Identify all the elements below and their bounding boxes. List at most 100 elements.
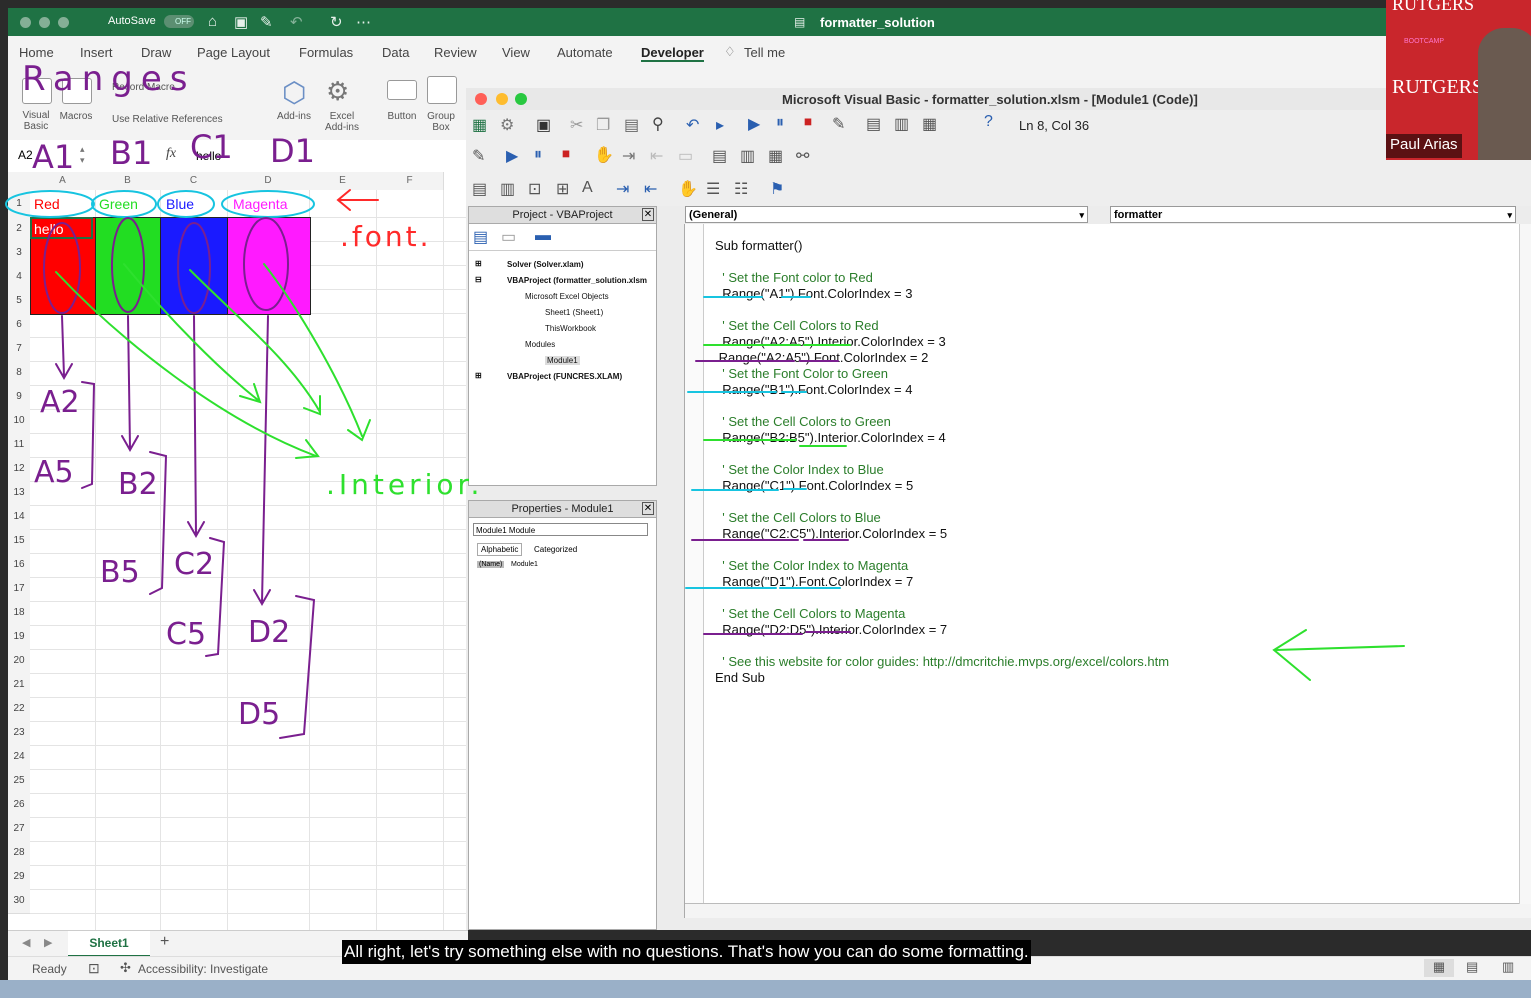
redo-icon[interactable]: ↻	[330, 13, 343, 31]
edit-icon[interactable]: ✎	[260, 13, 273, 31]
code-line[interactable]: ' Set the Font Color to Green	[715, 366, 888, 381]
column-header-f[interactable]: F	[376, 172, 444, 190]
cell-range-d2-d5[interactable]	[227, 217, 311, 315]
tell-me-search[interactable]: Tell me	[744, 45, 785, 60]
row-header-13[interactable]: 13	[8, 481, 30, 506]
uncomment-block-icon[interactable]: ☷	[734, 179, 748, 199]
design-mode-icon[interactable]: ✎	[832, 114, 845, 134]
row-header-11[interactable]: 11	[8, 433, 30, 458]
tab-automate[interactable]: Automate	[557, 45, 613, 60]
tree-expand-icon-2[interactable]: ⊞	[475, 371, 482, 380]
column-header-c[interactable]: C	[160, 172, 228, 190]
toggle-breakpoint-icon[interactable]: ✋	[594, 145, 614, 165]
tab-data[interactable]: Data	[382, 45, 409, 60]
row-header-22[interactable]: 22	[8, 697, 30, 722]
code-line[interactable]: Range("C2:C5").Interior.ColorIndex = 5	[715, 526, 947, 541]
row-header-16[interactable]: 16	[8, 553, 30, 578]
view-object-icon[interactable]: ▭	[501, 227, 516, 247]
locals-window-icon[interactable]: ▤	[712, 146, 727, 166]
cell-c1[interactable]: Blue	[166, 196, 194, 212]
tab-formulas[interactable]: Formulas	[299, 45, 353, 60]
prev-sheet-icon[interactable]: ◀	[22, 936, 30, 949]
button-control-icon[interactable]	[387, 80, 417, 100]
help-icon[interactable]: ?	[984, 113, 993, 131]
autosave-toggle[interactable]: OFF	[164, 15, 194, 28]
code-horizontal-scrollbar[interactable]	[685, 903, 1531, 918]
row-header-27[interactable]: 27	[8, 817, 30, 842]
tab-review[interactable]: Review	[434, 45, 477, 60]
view-excel-icon[interactable]: ▦	[472, 115, 487, 135]
immediate-window-icon[interactable]: ▥	[740, 146, 755, 166]
tree-module1[interactable]: Module1	[545, 356, 580, 365]
pause-icon[interactable]: ⏸	[534, 146, 542, 164]
row-header-24[interactable]: 24	[8, 745, 30, 770]
call-stack-icon[interactable]: ⚯	[796, 146, 809, 166]
row-header-8[interactable]: 8	[8, 361, 30, 386]
page-break-view-icon[interactable]: ▥	[1502, 959, 1514, 975]
code-line[interactable]: ' Set the Color Index to Magenta	[715, 558, 908, 573]
run-icon[interactable]: ▶	[748, 114, 760, 134]
tree-vbaproject-formatter[interactable]: VBAProject (formatter_solution.xlsm	[507, 276, 647, 285]
macros-icon[interactable]	[62, 78, 92, 104]
button-control[interactable]: Button	[382, 111, 422, 122]
macros-button[interactable]: Macros	[56, 111, 96, 122]
tree-vbaproject-funcres[interactable]: VBAProject (FUNCRES.XLAM)	[507, 372, 622, 381]
name-box-stepper-icon[interactable]: ▴ ▾	[80, 144, 85, 166]
parameter-info-icon[interactable]: ⊞	[556, 179, 569, 199]
insert-module-icon[interactable]: ⚙	[500, 115, 514, 135]
outdent-icon[interactable]: ⇤	[644, 179, 657, 199]
normal-view-icon[interactable]: ▦	[1424, 959, 1454, 977]
paste-icon[interactable]: ▤	[624, 115, 639, 135]
comment-block-icon[interactable]: ☰	[706, 179, 720, 199]
step-into-icon[interactable]: ⇥	[622, 146, 635, 166]
row-header-5[interactable]: 5	[8, 289, 30, 314]
visual-basic-icon[interactable]	[22, 78, 52, 104]
code-line[interactable]: Range("A1").Font.ColorIndex = 3	[715, 286, 912, 301]
properties-close-icon[interactable]: ✕	[642, 502, 654, 515]
cell-a1[interactable]: Red	[34, 196, 60, 212]
design-mode-icon-2[interactable]: ✎	[472, 146, 485, 166]
cell-range-c2-c5[interactable]	[160, 217, 229, 315]
tab-home[interactable]: Home	[19, 45, 54, 60]
watch-window-icon[interactable]: ▦	[768, 146, 783, 166]
prop-name-value[interactable]: Module1	[511, 561, 538, 568]
row-header-21[interactable]: 21	[8, 673, 30, 698]
group-box-control[interactable]: Group Box	[422, 111, 460, 133]
row-header-10[interactable]: 10	[8, 409, 30, 434]
tree-collapse-icon[interactable]: ⊟	[475, 275, 482, 284]
tab-categorized[interactable]: Categorized	[531, 544, 580, 555]
object-dropdown[interactable]: (General) ▾	[685, 206, 1088, 223]
code-line[interactable]: ' Set the Font color to Red	[715, 270, 873, 285]
code-line[interactable]: Range("D2:D5").Interior.ColorIndex = 7	[715, 622, 947, 637]
toggle-folders-icon[interactable]: ▬	[535, 227, 551, 245]
tree-expand-icon[interactable]: ⊞	[475, 259, 482, 268]
code-pane[interactable]: Sub formatter() ' Set the Font color to …	[684, 224, 1531, 918]
row-header-15[interactable]: 15	[8, 529, 30, 554]
vbe-minimize-icon[interactable]	[496, 93, 508, 105]
tree-solver[interactable]: Solver (Solver.xlam)	[507, 260, 583, 269]
code-line[interactable]: Range("A2:A5").Font.ColorIndex = 2	[715, 350, 929, 365]
view-code-icon[interactable]: ▤	[473, 227, 488, 247]
row-header-28[interactable]: 28	[8, 841, 30, 866]
code-line[interactable]: Range("B1").Font.ColorIndex = 4	[715, 382, 912, 397]
row-header-1[interactable]: 1	[8, 190, 30, 218]
row-header-12[interactable]: 12	[8, 457, 30, 482]
cell-b1[interactable]: Green	[99, 196, 138, 212]
reset-icon[interactable]: ⏹	[804, 114, 812, 132]
break-icon[interactable]: ⏸	[776, 114, 784, 132]
row-header-19[interactable]: 19	[8, 625, 30, 650]
tab-insert[interactable]: Insert	[80, 45, 113, 60]
sheet-tab-sheet1[interactable]: Sheet1	[68, 931, 150, 957]
row-header-6[interactable]: 6	[8, 313, 30, 338]
tree-sheet1[interactable]: Sheet1 (Sheet1)	[545, 308, 603, 317]
row-header-20[interactable]: 20	[8, 649, 30, 674]
list-constants-icon[interactable]: ▥	[500, 179, 515, 199]
addins-icon[interactable]: ⬡	[282, 76, 306, 109]
save-project-icon[interactable]: ▣	[536, 115, 551, 135]
addins-button[interactable]: Add-ins	[274, 111, 314, 122]
page-layout-view-icon[interactable]: ▤	[1466, 959, 1478, 975]
code-line[interactable]: Range("A2:A5").Interior.ColorIndex = 3	[715, 334, 946, 349]
minimize-window-icon[interactable]	[39, 17, 50, 28]
save-icon[interactable]: ▣	[234, 13, 248, 31]
row-header-18[interactable]: 18	[8, 601, 30, 626]
